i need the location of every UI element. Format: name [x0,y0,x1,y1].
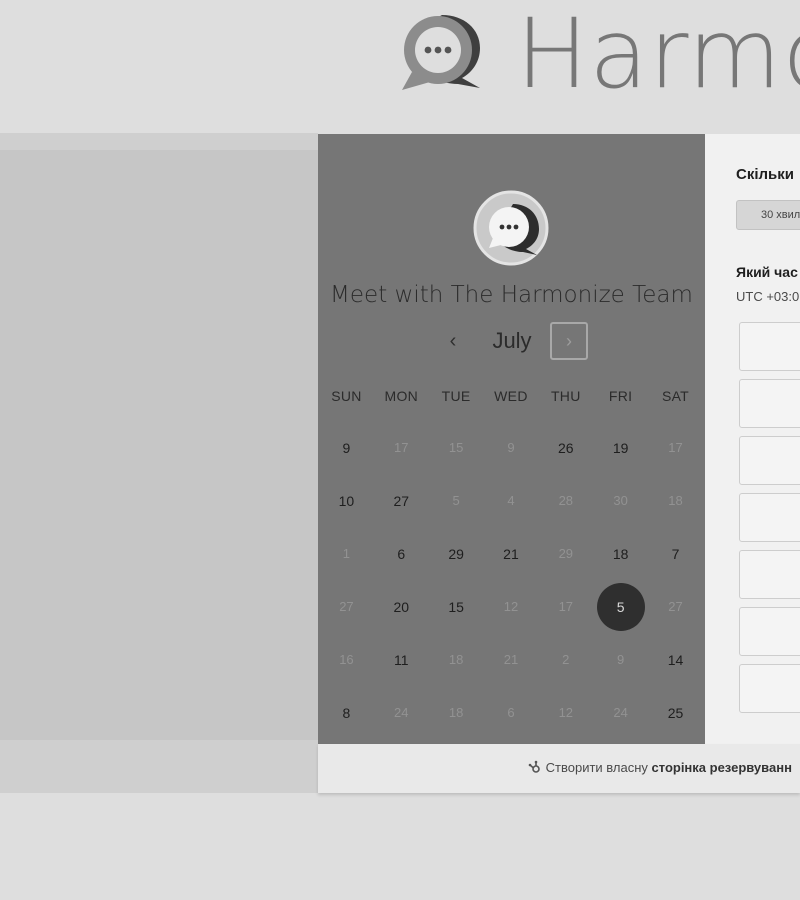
footer-strong-text: сторінка резервуванн [651,760,792,775]
calendar-day[interactable]: 14 [648,633,703,686]
calendar-day-disabled: 29 [558,546,574,561]
current-month: July [492,328,532,353]
calendar-day-disabled: 2 [562,652,570,667]
week-row: 27 20 15 12 17 5 27 [319,580,703,633]
calendar-day[interactable]: 7 [648,527,703,580]
calendar-panel: Meet with The Harmonize Team ‹ July › SU… [318,134,705,744]
calendar-day-disabled: 18 [448,705,464,720]
calendar-day-disabled: 28 [558,493,574,508]
weekday-wed: WED [494,388,528,404]
calendar-day-disabled: 17 [668,440,683,455]
calendar-grid: 9 17 15 9 26 19 17 10 27 5 4 28 30 18 1 … [319,421,703,739]
calendar-day-disabled: 16 [339,652,354,667]
chevron-left-icon: ‹ [449,329,457,352]
calendar-day-disabled: 27 [668,599,683,614]
calendar-day[interactable]: 15 [429,580,484,633]
calendar-day-disabled: 9 [617,652,625,667]
calendar-day[interactable]: 10 [319,474,374,527]
weekday-sun: SUN [331,388,362,404]
calendar-day[interactable]: 20 [374,580,429,633]
footer-bar: Створити власну сторінка резервуванн [318,744,800,793]
calendar-day[interactable]: 29 [429,527,484,580]
footer-text: Створити власну [545,760,648,775]
calendar-day[interactable]: 8 [319,686,374,739]
calendar-day-disabled: 17 [394,440,409,455]
weekday-header: SUN MON TUE WED THU FRI SAT [319,388,703,404]
weekday-tue: TUE [441,388,471,404]
calendar-day-disabled: 15 [448,440,464,455]
calendar-day[interactable]: 6 [374,527,429,580]
weekday-fri: FRI [608,388,633,404]
chat-logo-icon [402,15,480,90]
time-slot-button[interactable] [739,379,800,428]
create-booking-page-link[interactable]: Створити власну сторінка резервуванн [528,760,792,775]
calendar-day-selected[interactable]: 5 [593,580,648,633]
week-row: 16 11 18 21 2 9 14 [319,633,703,686]
week-row: 8 24 18 6 12 24 25 [319,686,703,739]
calendar-day-disabled: 21 [503,652,519,667]
calendar-day-disabled: 30 [613,493,628,508]
team-avatar-icon [473,190,549,266]
calendar-day-disabled: 6 [507,705,515,720]
calendar-day[interactable]: 27 [374,474,429,527]
calendar-day-disabled: 18 [668,493,683,508]
calendar-day-disabled: 24 [394,705,409,720]
calendar-day[interactable]: 9 [319,421,374,474]
calendar-day-disabled: 1 [342,546,351,561]
time-slot-button[interactable] [739,550,800,599]
brand-name: Harmo [516,6,800,96]
week-row: 1 6 29 21 29 18 7 [319,527,703,580]
calendar-day-disabled: 5 [452,493,460,508]
left-panel [0,150,318,740]
prev-month-button[interactable]: ‹ [436,324,470,358]
duration-option-button[interactable]: 30 хвил [736,200,800,230]
time-slot-button[interactable] [739,493,800,542]
calendar-day-disabled: 12 [558,705,574,720]
calendar-day[interactable]: 21 [484,527,539,580]
selected-day-label: 5 [596,582,645,631]
sprocket-icon [528,760,540,773]
time-slot-button[interactable] [739,436,800,485]
booking-panel: Скільки 30 хвил Який час UTC +03:0 [705,134,800,744]
calendar-day[interactable]: 26 [538,421,593,474]
calendar-day-disabled: 27 [339,599,354,614]
calendar-day[interactable]: 25 [648,686,703,739]
weekday-sat: SAT [661,388,690,404]
week-row: 9 17 15 9 26 19 17 [319,421,703,474]
duration-label: Скільки [736,166,794,183]
brand-header: Harmo [400,6,800,96]
calendar-day[interactable]: 11 [374,633,429,686]
next-month-button[interactable]: › [550,322,588,360]
calendar-day-disabled: 12 [503,599,519,614]
time-slot-button[interactable] [739,322,800,371]
calendar-day[interactable]: 19 [593,421,648,474]
chevron-right-icon: › [566,330,572,351]
calendar-day-disabled: 17 [558,599,574,614]
meeting-title: Meet with The Harmonize Team [330,282,693,308]
calendar-day[interactable]: 18 [593,527,648,580]
calendar-day-disabled: 9 [507,440,515,455]
week-row: 10 27 5 4 28 30 18 [319,474,703,527]
time-slot-button[interactable] [739,664,800,713]
calendar-day-disabled: 24 [613,705,628,720]
weekday-mon: MON [384,388,419,404]
time-label: Який час [736,264,798,280]
calendar-day-disabled: 4 [507,493,515,508]
time-slot-button[interactable] [739,607,800,656]
calendar-day-disabled: 18 [448,652,464,667]
timezone-label[interactable]: UTC +03:0 [736,289,799,304]
weekday-thu: THU [550,388,581,404]
